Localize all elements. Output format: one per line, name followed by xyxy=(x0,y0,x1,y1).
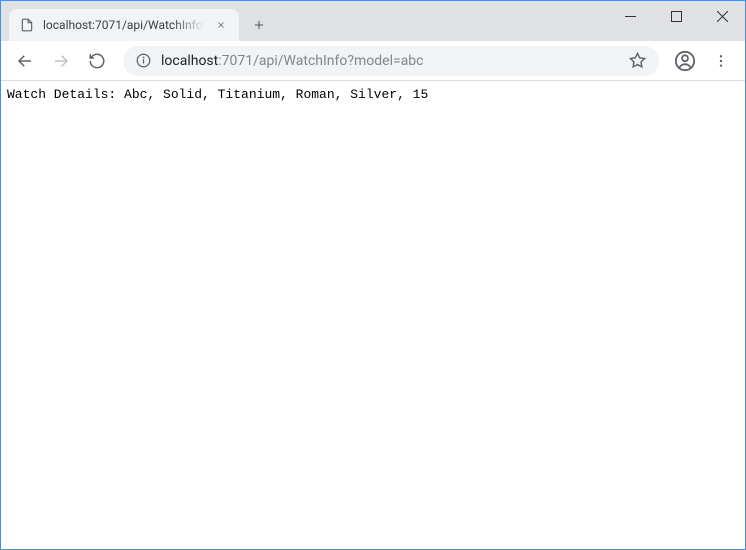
site-info-icon[interactable] xyxy=(135,53,151,69)
browser-toolbar: localhost:7071/api/WatchInfo?model=abc xyxy=(1,41,745,81)
reload-button[interactable] xyxy=(81,45,113,77)
menu-button[interactable] xyxy=(705,45,737,77)
address-bar[interactable]: localhost:7071/api/WatchInfo?model=abc xyxy=(123,46,659,76)
window-titlebar: localhost:7071/api/WatchInfo?model=abc xyxy=(1,1,745,41)
maximize-button[interactable] xyxy=(653,1,699,31)
forward-button[interactable] xyxy=(45,45,77,77)
file-icon xyxy=(19,17,35,33)
close-tab-icon[interactable] xyxy=(213,17,229,33)
page-body-text: Watch Details: Abc, Solid, Titanium, Rom… xyxy=(1,81,745,108)
close-window-button[interactable] xyxy=(699,1,745,31)
back-button[interactable] xyxy=(9,45,41,77)
url-path: :7071/api/WatchInfo?model=abc xyxy=(218,53,423,69)
browser-tab[interactable]: localhost:7071/api/WatchInfo?model=abc xyxy=(9,9,239,41)
url-host: localhost xyxy=(161,53,218,69)
minimize-button[interactable] xyxy=(607,1,653,31)
bookmark-icon[interactable] xyxy=(627,51,647,71)
new-tab-button[interactable] xyxy=(245,11,273,39)
address-bar-text: localhost:7071/api/WatchInfo?model=abc xyxy=(161,53,617,69)
window-controls xyxy=(607,1,745,31)
profile-button[interactable] xyxy=(669,45,701,77)
tab-title: localhost:7071/api/WatchInfo?model=abc xyxy=(43,18,205,32)
